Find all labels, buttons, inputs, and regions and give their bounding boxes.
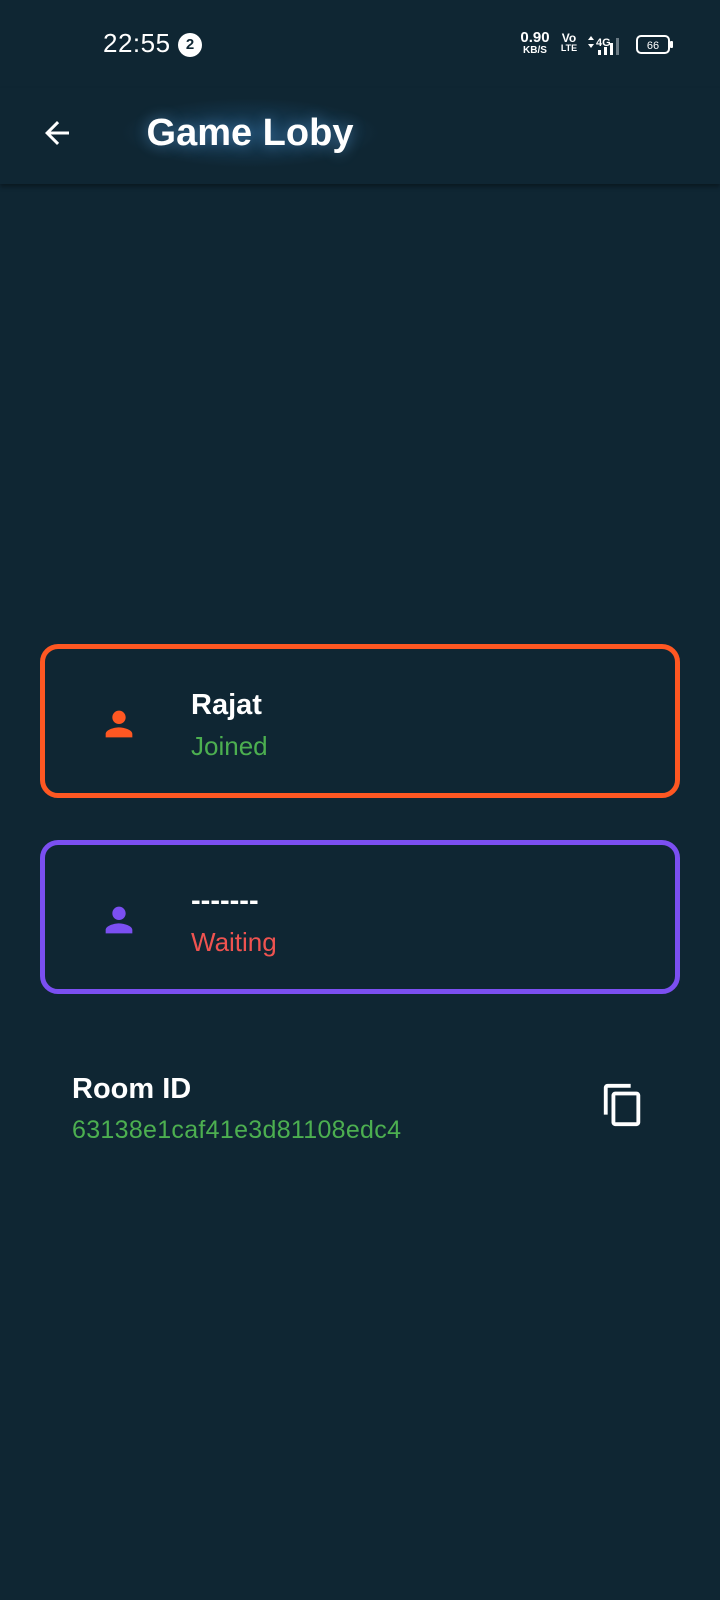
network-type-text: 4G <box>596 37 611 49</box>
status-bar: 22:55 2 0.90 KB/S Vo LTE 4G 66 <box>0 0 720 88</box>
room-id-value: 63138e1caf41e3d81108edc4 <box>72 1116 402 1144</box>
network-speed: 0.90 KB/S <box>518 30 552 56</box>
copy-room-id-button[interactable] <box>598 1078 648 1132</box>
player-name: ------- <box>191 885 259 917</box>
arrow-left-icon <box>45 121 69 145</box>
network-speed-unit: KB/S <box>523 45 547 56</box>
player-card-1: Rajat Joined <box>40 644 680 798</box>
back-button[interactable] <box>30 106 84 160</box>
player-name: Rajat <box>191 689 262 721</box>
battery-level-text: 66 <box>647 40 659 52</box>
player-card-2: ------- Waiting <box>40 840 680 994</box>
app-bar: Game Loby <box>0 88 720 184</box>
battery-icon: 66 <box>636 35 673 54</box>
person-icon <box>105 906 133 934</box>
notification-count-badge: 2 <box>178 33 202 57</box>
game-lobby-screen: 22:55 2 0.90 KB/S Vo LTE 4G 66 Game Loby… <box>0 0 720 1600</box>
signal-4g-icon: 4G <box>588 36 619 55</box>
player-status: Waiting <box>191 927 277 957</box>
page-title: Game Loby <box>146 111 354 154</box>
status-time: 22:55 <box>103 28 171 58</box>
player-status: Joined <box>191 731 268 761</box>
volte-bottom-text: LTE <box>560 43 578 53</box>
person-icon <box>105 710 133 738</box>
network-speed-value: 0.90 <box>520 29 550 46</box>
copy-icon <box>603 1083 641 1127</box>
volte-indicator: Vo LTE <box>560 32 578 53</box>
room-id-label: Room ID <box>72 1073 192 1105</box>
title-container: Game Loby <box>120 98 380 168</box>
